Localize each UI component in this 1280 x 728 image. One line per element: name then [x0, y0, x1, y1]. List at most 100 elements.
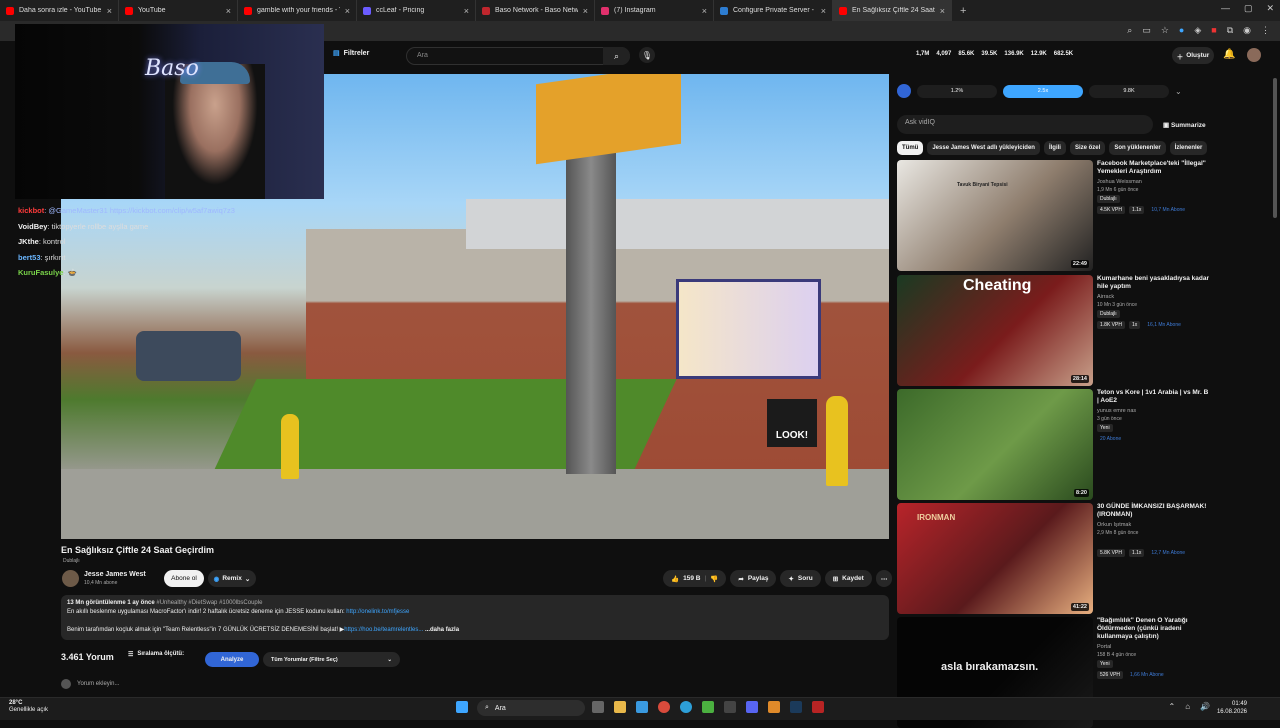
new-tab-icon[interactable]: +	[960, 5, 966, 17]
recommended-channel[interactable]: Orkun Işıtmak	[1097, 522, 1131, 528]
close-tab-icon[interactable]: ×	[940, 6, 945, 16]
add-comment-input[interactable]: Yorum ekleyin...	[61, 679, 119, 689]
edge-icon[interactable]	[680, 701, 692, 713]
ask-vidiq-input[interactable]: Ask vidIQ	[897, 115, 1153, 134]
analyze-button[interactable]: Analyze	[205, 652, 259, 667]
browser-tab[interactable]: Configure Private Server - Robl ×	[714, 0, 833, 21]
weather-widget[interactable]: 28°C Genellikle açık	[9, 700, 48, 714]
channel-avatar[interactable]	[62, 570, 79, 587]
browser-tab[interactable]: Daha sonra izle - YouTube ×	[0, 0, 119, 21]
close-tab-icon[interactable]: ×	[464, 6, 469, 16]
filters-button[interactable]: ▤ Filtreler	[333, 49, 369, 58]
recommended-channel[interactable]: Joshua Weissman	[1097, 179, 1142, 185]
browser-tab[interactable]: Baso Network - Baso Network ×	[476, 0, 595, 21]
system-clock[interactable]: 01:49 16.08.2026	[1217, 700, 1247, 716]
app-icon[interactable]	[812, 701, 824, 713]
search-button[interactable]: ⌕	[603, 47, 630, 65]
summarize-button[interactable]: ▣ Summarize	[1163, 121, 1206, 129]
more-actions-button[interactable]: ⋯	[875, 570, 893, 587]
recommended-video[interactable]: IRONMAN 41:22 30 GÜNDE İMKANSIZI BAŞARMAK!…	[897, 503, 1211, 614]
store-icon[interactable]	[636, 701, 648, 713]
app-icon[interactable]	[702, 701, 714, 713]
steam-icon[interactable]	[790, 701, 802, 713]
filter-chip[interactable]: Son yüklenenler	[1109, 141, 1166, 155]
voice-search-button[interactable]: 🎙	[639, 47, 655, 63]
filter-chip[interactable]: İzlenenler	[1169, 141, 1208, 155]
close-tab-icon[interactable]: ×	[226, 6, 231, 16]
browser-tab[interactable]: En Sağlıksız Çiftle 24 Saat Geçi ×	[833, 0, 952, 21]
taskbar-search[interactable]: ⌕ Ara	[477, 700, 585, 716]
recommended-title[interactable]: Kumarhane beni yasakladıysa kadar hile y…	[1097, 275, 1209, 291]
recommended-title[interactable]: Facebook Marketplace'teki "İllegal" Yeme…	[1097, 160, 1209, 176]
comment-filter-select[interactable]: Tüm Yorumlar (Filtre Seç) ⌄	[263, 652, 400, 667]
description-link[interactable]: https://hoo.be/teamrelentles...	[344, 627, 423, 633]
filter-chip[interactable]: İlgili	[1043, 141, 1066, 155]
puzzle-icon[interactable]: ⧉	[1227, 25, 1233, 36]
app-icon[interactable]	[768, 701, 780, 713]
description-link[interactable]: http://onelink.to/mfjesse	[346, 609, 409, 615]
browser-tab[interactable]: YouTube ×	[119, 0, 238, 21]
extension-icon[interactable]: ◈	[1194, 25, 1201, 36]
close-tab-icon[interactable]: ×	[583, 6, 588, 16]
filter-chip[interactable]: Tümü	[897, 141, 924, 155]
close-tab-icon[interactable]: ×	[702, 6, 707, 16]
show-more-link[interactable]: ...daha fazla	[425, 627, 459, 633]
like-button[interactable]: 👍 159 B | 👎	[663, 570, 727, 587]
filter-chip[interactable]: Jesse James West adlı yükleyiciden	[927, 141, 1040, 155]
recommended-title[interactable]: 30 GÜNDE İMKANSIZI BAŞARMAK! (IRONMAN)	[1097, 503, 1209, 519]
account-avatar[interactable]	[1247, 48, 1261, 62]
thumbs-down-icon[interactable]: 👎	[710, 575, 718, 583]
chrome-icon[interactable]	[658, 701, 670, 713]
browser-tab[interactable]: (7) Instagram ×	[595, 0, 714, 21]
save-button[interactable]: ⊞ Kaydet	[824, 570, 872, 587]
volume-icon[interactable]: 🔊	[1200, 702, 1210, 711]
sort-button[interactable]: ☰ Sıralama ölçütü:	[128, 651, 184, 658]
recommended-channel[interactable]: Airrack	[1097, 294, 1114, 300]
browser-tab[interactable]: gamble with your friends - You ×	[238, 0, 357, 21]
filter-chip[interactable]: Size özel	[1069, 141, 1106, 155]
channel-name[interactable]: Jesse James West	[84, 571, 146, 578]
profile-icon[interactable]: ◉	[1243, 25, 1251, 36]
close-tab-icon[interactable]: ×	[345, 6, 350, 16]
notifications-bell-icon[interactable]: 🔔	[1223, 49, 1235, 60]
app-icon[interactable]	[724, 701, 736, 713]
cast-icon[interactable]: ▭	[1142, 25, 1151, 36]
close-tab-icon[interactable]: ×	[107, 6, 112, 16]
network-icon[interactable]: ⌂	[1185, 702, 1190, 711]
video-thumbnail[interactable]: 8:20	[897, 389, 1093, 500]
extension-icon[interactable]: ■	[1211, 25, 1216, 36]
share-button[interactable]: ➦ Paylaş	[730, 570, 777, 587]
remix-button[interactable]: ◉ Remix ⌄	[208, 570, 256, 587]
recommended-channel[interactable]: Portal	[1097, 644, 1111, 650]
video-thumbnail[interactable]: IRONMAN 41:22	[897, 503, 1093, 614]
chevron-up-icon[interactable]: ⌃	[1168, 702, 1175, 711]
close-tab-icon[interactable]: ×	[821, 6, 826, 16]
maximize-icon[interactable]: ▢	[1244, 3, 1253, 14]
menu-kebab-icon[interactable]: ⋮	[1261, 25, 1270, 36]
video-thumbnail[interactable]: Tavuk Biryani Tepsisi 22:49	[897, 160, 1093, 271]
bookmark-star-icon[interactable]: ☆	[1161, 25, 1169, 36]
recommended-title[interactable]: Teton vs Kore | 1v1 Arabia | vs Mr. B | …	[1097, 389, 1209, 405]
close-window-icon[interactable]: ✕	[1266, 3, 1274, 14]
task-view-icon[interactable]	[592, 701, 604, 713]
create-button[interactable]: ＋ Oluştur	[1172, 47, 1214, 64]
search-input[interactable]: Ara	[406, 47, 630, 65]
description-box[interactable]: 13 Mn görüntülenme 1 ay önce #Unhealthy …	[61, 595, 889, 640]
vidiq-icon[interactable]	[897, 84, 911, 98]
file-explorer-icon[interactable]	[614, 701, 626, 713]
subscribe-button[interactable]: Abone ol	[164, 570, 204, 587]
browser-tab[interactable]: ccLeaf - Pricing ×	[357, 0, 476, 21]
recommended-video[interactable]: Cheating 28:14 Kumarhane beni yasakladıysa…	[897, 275, 1211, 386]
recommended-title[interactable]: "Bağımlılık" Denen O Yaratığı Öldürmeden…	[1097, 617, 1209, 641]
recommended-channel[interactable]: yunus emre nas	[1097, 408, 1136, 414]
minimize-icon[interactable]: —	[1221, 3, 1230, 14]
ask-button[interactable]: ✦ Soru	[780, 570, 821, 587]
video-thumbnail[interactable]: Cheating 28:14	[897, 275, 1093, 386]
discord-icon[interactable]	[746, 701, 758, 713]
zoom-icon[interactable]: ⌕	[1127, 25, 1132, 36]
extension-icon[interactable]: ●	[1179, 25, 1184, 36]
recommended-video[interactable]: Tavuk Biryani Tepsisi 22:49 Facebook Marke…	[897, 160, 1211, 271]
windows-start-icon[interactable]	[456, 701, 468, 713]
page-scrollbar[interactable]	[1273, 78, 1277, 218]
chevron-down-icon[interactable]: ⌄	[1175, 87, 1182, 96]
